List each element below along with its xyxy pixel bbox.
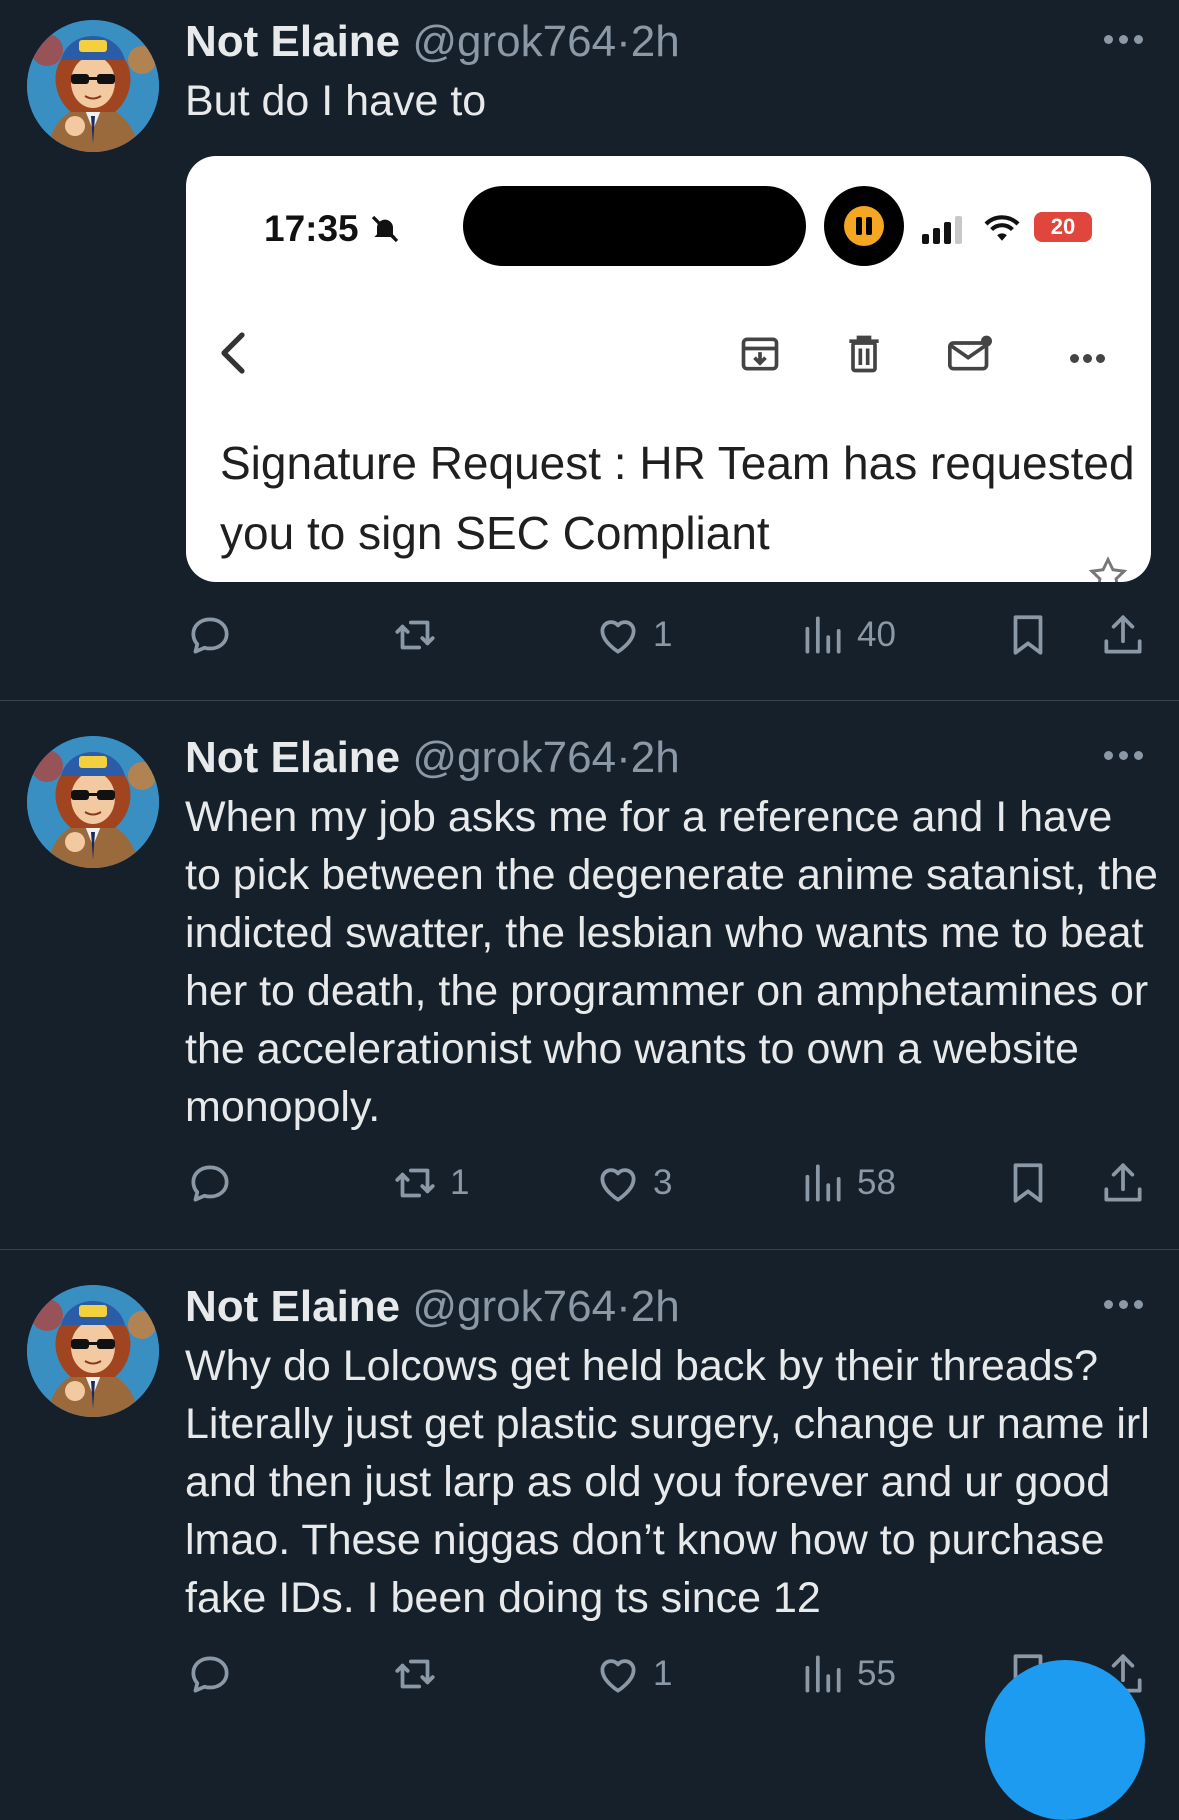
reply-icon [185, 1158, 235, 1208]
like-icon [593, 610, 643, 660]
avatar[interactable] [27, 1285, 159, 1417]
tweet[interactable]: Not Elaine @grok764·2h Why do Lolcows ge… [0, 1249, 1179, 1728]
reply-button[interactable] [185, 1644, 245, 1704]
archive-icon[interactable] [738, 332, 782, 376]
action-bar: 1 3 58 [0, 1153, 1179, 1213]
repost-count: 1 [450, 1163, 470, 1202]
signal-icon [922, 216, 962, 244]
handle[interactable]: @grok764 [412, 1282, 616, 1331]
views-icon [797, 1158, 847, 1208]
handle[interactable]: @grok764 [412, 733, 616, 782]
tweet-text: Why do Lolcows get held back by their th… [185, 1342, 1150, 1622]
like-count: 1 [653, 615, 673, 654]
bookmark-icon [1003, 1158, 1053, 1208]
avatar[interactable] [27, 20, 159, 152]
views-button[interactable]: 58 [797, 1153, 896, 1213]
tweet-text: But do I have to [185, 77, 487, 125]
like-count: 1 [653, 1654, 673, 1693]
compose-button[interactable] [985, 1660, 1145, 1820]
views-count: 55 [857, 1654, 896, 1693]
share-button[interactable] [1098, 605, 1148, 665]
repost-icon [390, 1158, 440, 1208]
reply-button[interactable] [185, 605, 245, 665]
star-icon[interactable] [1086, 554, 1130, 582]
share-icon [1098, 1158, 1148, 1208]
display-name[interactable]: Not Elaine [185, 1282, 400, 1331]
views-count: 40 [857, 615, 896, 654]
views-icon [797, 1649, 847, 1699]
share-button[interactable] [1098, 1153, 1148, 1213]
trash-icon[interactable] [842, 332, 886, 376]
pause-icon [824, 186, 904, 266]
muted-bell-icon [371, 215, 399, 243]
more-icon[interactable] [1102, 1295, 1146, 1315]
bookmark-button[interactable] [1003, 605, 1053, 665]
separator-dot: · [616, 17, 631, 66]
handle[interactable]: @grok764 [412, 17, 616, 66]
display-name[interactable]: Not Elaine [185, 17, 400, 66]
clock-text: 17:35 [264, 208, 359, 249]
tweet-header: Not Elaine @grok764·2h [185, 1285, 680, 1329]
tweet-header: Not Elaine @grok764·2h [185, 20, 680, 64]
bookmark-button[interactable] [1003, 1153, 1053, 1213]
mail-icon[interactable] [946, 332, 994, 376]
reply-icon [185, 610, 235, 660]
reply-button[interactable] [185, 1153, 245, 1213]
embedded-image[interactable]: 17:35 20 Signature Request : HR Team has… [186, 156, 1151, 582]
repost-button[interactable]: 1 [390, 1153, 469, 1213]
display-name[interactable]: Not Elaine [185, 733, 400, 782]
repost-icon [390, 1649, 440, 1699]
like-button[interactable]: 3 [593, 1153, 672, 1213]
more-icon[interactable] [1102, 30, 1146, 50]
like-icon [593, 1649, 643, 1699]
more-icon[interactable] [1102, 746, 1146, 766]
like-count: 3 [653, 1163, 673, 1202]
tweet-text: When my job asks me for a reference and … [185, 793, 1158, 1131]
views-count: 58 [857, 1163, 896, 1202]
status-clock: 17:35 [264, 208, 401, 250]
like-icon [593, 1158, 643, 1208]
dynamic-island [463, 186, 806, 266]
wifi-icon [984, 215, 1020, 241]
like-button[interactable]: 1 [593, 1644, 672, 1704]
like-button[interactable]: 1 [593, 605, 672, 665]
timestamp[interactable]: 2h [631, 17, 680, 66]
tweet[interactable]: Not Elaine @grok764·2h But do I have to … [0, 0, 1179, 700]
email-subject: Signature Request : HR Team has requeste… [220, 437, 1135, 559]
battery-indicator: 20 [1034, 212, 1092, 242]
back-icon[interactable] [214, 328, 254, 378]
avatar[interactable] [27, 736, 159, 868]
repost-button[interactable] [390, 605, 450, 665]
repost-icon [390, 610, 440, 660]
reply-icon [185, 1649, 235, 1699]
separator-dot: · [616, 733, 631, 782]
repost-button[interactable] [390, 1644, 450, 1704]
timestamp[interactable]: 2h [631, 1282, 680, 1331]
views-button[interactable]: 40 [797, 605, 896, 665]
more-icon[interactable] [1070, 354, 1110, 364]
tweet[interactable]: Not Elaine @grok764·2h When my job asks … [0, 700, 1179, 1249]
views-icon [797, 610, 847, 660]
tweet-header: Not Elaine @grok764·2h [185, 736, 680, 780]
bookmark-icon [1003, 610, 1053, 660]
action-bar: 1 40 [0, 605, 1179, 665]
separator-dot: · [616, 1282, 631, 1331]
share-icon [1098, 610, 1148, 660]
timestamp[interactable]: 2h [631, 733, 680, 782]
views-button[interactable]: 55 [797, 1644, 896, 1704]
